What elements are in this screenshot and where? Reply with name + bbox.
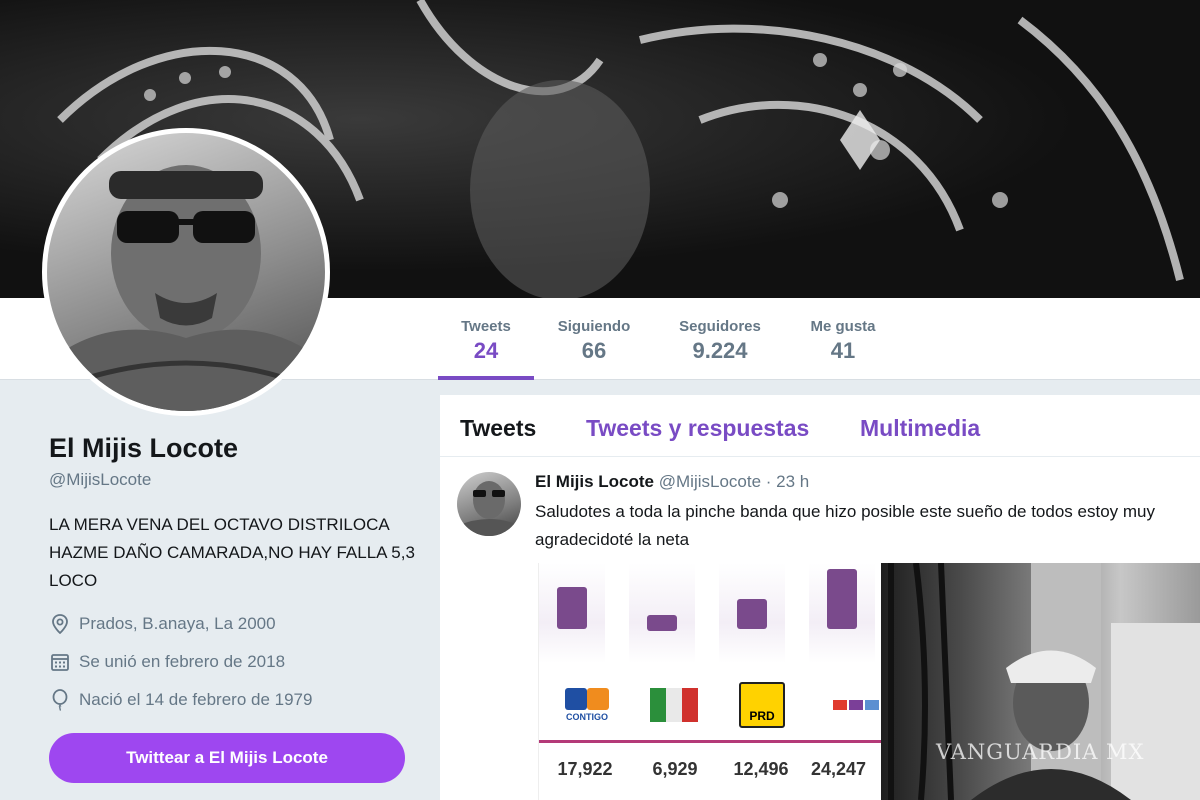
tweet-text: Saludotes a toda la pinche banda que hiz… xyxy=(535,502,1155,549)
avatar-portrait xyxy=(47,165,325,411)
bar-column xyxy=(719,563,785,663)
stat-label: Me gusta xyxy=(810,318,876,335)
balloon-icon xyxy=(49,689,71,711)
bar xyxy=(827,569,857,629)
watermark: VANGUARDIA MX xyxy=(936,740,1145,764)
logo-label: PRD xyxy=(749,709,775,723)
tab-tweets[interactable]: Tweets xyxy=(460,415,536,442)
stat-value: 9.224 xyxy=(692,338,748,363)
tweet-header: El Mijis Locote @MijisLocote · 23 h xyxy=(535,472,809,492)
bar xyxy=(647,615,677,631)
stat-followers[interactable]: Seguidores 9.224 xyxy=(668,318,772,364)
location-pin-icon xyxy=(49,613,71,635)
bar xyxy=(557,587,587,629)
stat-label: Siguiendo xyxy=(557,318,631,335)
bar-column xyxy=(809,563,875,663)
profile-sidebar: El Mijis Locote @MijisLocote LA MERA VEN… xyxy=(0,381,437,800)
profile-avatar[interactable] xyxy=(42,128,330,416)
profile-handle[interactable]: @MijisLocote xyxy=(49,470,151,490)
prd-logo: PRD xyxy=(737,682,787,728)
stat-label: Tweets xyxy=(461,318,511,335)
tab-tweets-replies[interactable]: Tweets y respuestas xyxy=(586,415,809,442)
stat-tweets[interactable]: Tweets 24 xyxy=(452,318,520,364)
profile-name: El Mijis Locote xyxy=(49,433,239,463)
active-stat-indicator xyxy=(438,376,534,380)
stat-label: Seguidores xyxy=(679,318,761,335)
other-party-logo xyxy=(831,685,881,725)
joined-text: Se unió en febrero de 2018 xyxy=(79,652,286,671)
profile-bio: LA MERA VENA DEL OCTAVO DISTRILOCA HAZME… xyxy=(49,515,415,590)
overlay-photo xyxy=(881,563,1200,800)
stat-following[interactable]: Siguiendo 66 xyxy=(548,318,640,364)
sun-icon: PRD xyxy=(739,682,785,728)
street-scene xyxy=(888,563,1200,800)
tweet-meta: @MijisLocote · 23 h xyxy=(658,472,810,491)
embedded-results-image: CONTIGO PRD 17,922 6,929 12,496 24,247 xyxy=(538,563,881,800)
stat-likes[interactable]: Me gusta 41 xyxy=(800,318,886,364)
tweet-author-name[interactable]: El Mijis Locote xyxy=(535,472,654,491)
coalition-logo xyxy=(649,685,699,725)
results-divider xyxy=(539,740,881,743)
stat-value: 66 xyxy=(581,338,607,363)
vote-count: 12,496 xyxy=(733,759,789,779)
logo-label: CONTIGO xyxy=(566,712,608,722)
tab-media[interactable]: Multimedia xyxy=(860,415,980,442)
birthday-text: Nació el 14 de febrero de 1979 xyxy=(79,690,313,709)
vote-count: 6,929 xyxy=(652,759,698,779)
profile-birthday: Nació el 14 de febrero de 1979 xyxy=(49,689,312,711)
profile-joined: Se unió en febrero de 2018 xyxy=(49,651,285,673)
vote-count: 24,247 xyxy=(811,759,867,779)
bar xyxy=(737,599,767,629)
tweet-author-avatar[interactable] xyxy=(457,472,521,536)
calendar-icon xyxy=(49,651,71,673)
party-logos: CONTIGO PRD xyxy=(539,675,881,735)
stat-value: 24 xyxy=(473,338,499,363)
tweet-to-button[interactable]: Twittear a El Mijis Locote xyxy=(49,733,405,783)
location-text: Prados, B.anaya, La 2000 xyxy=(79,614,276,633)
timeline-tabs: Tweets Tweets y respuestas Multimedia xyxy=(440,395,1200,457)
bar-column xyxy=(629,563,695,663)
bar-column xyxy=(539,563,605,663)
stat-value: 41 xyxy=(830,338,856,363)
profile-location: Prados, B.anaya, La 2000 xyxy=(49,613,276,635)
vote-count: 17,922 xyxy=(557,759,613,779)
contigo-logo: CONTIGO xyxy=(563,685,611,725)
